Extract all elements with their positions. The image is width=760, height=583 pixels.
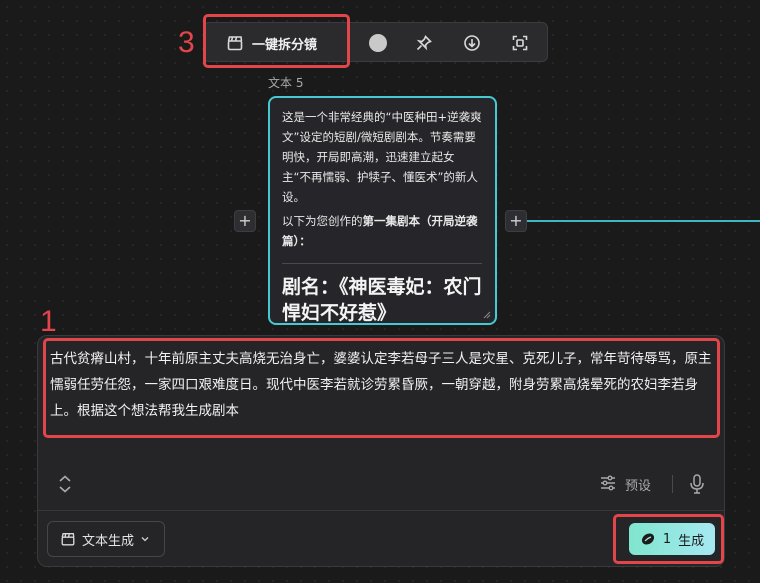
annotation-number-3: 3 (178, 26, 195, 59)
connector-line (527, 220, 760, 222)
clapperboard-icon (61, 533, 75, 546)
annotation-box-3 (203, 14, 350, 68)
preset-label[interactable]: 预设 (625, 475, 651, 494)
mode-select[interactable]: 文本生成 (47, 521, 165, 557)
pin-button[interactable] (410, 23, 438, 63)
resize-handle-icon[interactable] (483, 311, 491, 319)
toolbar-separator (672, 475, 673, 493)
download-button[interactable] (458, 23, 486, 63)
download-icon (464, 35, 480, 51)
panel-divider (38, 510, 724, 511)
expand-collapse-icon[interactable] (56, 474, 74, 494)
color-dot-icon (369, 34, 387, 52)
chevron-down-icon (141, 537, 149, 542)
node-paragraph-2-suffix: ： (299, 234, 311, 248)
mode-select-label: 文本生成 (82, 533, 135, 549)
node-paragraph-2-prefix: 以下为您创作的 (282, 214, 363, 228)
text-node-card[interactable]: 这是一个非常经典的“中医种田+逆袭爽文”设定的短剧/微短剧剧本。节奏需要明快，开… (268, 96, 497, 325)
drama-title: 剧名：《神医毒妃：农门悍妇不好惹》 (282, 276, 482, 324)
annotation-box-1 (43, 338, 720, 438)
pin-icon (416, 35, 432, 51)
fullscreen-button[interactable] (506, 23, 534, 63)
node-paragraph-1: 这是一个非常经典的“中医种田+逆袭爽文”设定的短剧/微短剧剧本。节奏需要明快，开… (282, 110, 482, 204)
annotation-number-1: 1 (40, 305, 57, 338)
node-paragraph-2: 以下为您创作的第一集剧本（开局逆袭篇）： (282, 211, 482, 251)
color-dot-button[interactable] (364, 23, 392, 63)
add-left-button[interactable]: + (234, 210, 256, 232)
node-title: 文本 5 (268, 76, 304, 90)
microphone-icon[interactable] (688, 473, 706, 495)
annotation-box-2 (613, 514, 724, 564)
node-divider (282, 263, 482, 264)
sliders-icon[interactable] (599, 474, 617, 492)
focus-frame-icon (512, 35, 528, 51)
add-right-button[interactable]: + (505, 210, 527, 232)
